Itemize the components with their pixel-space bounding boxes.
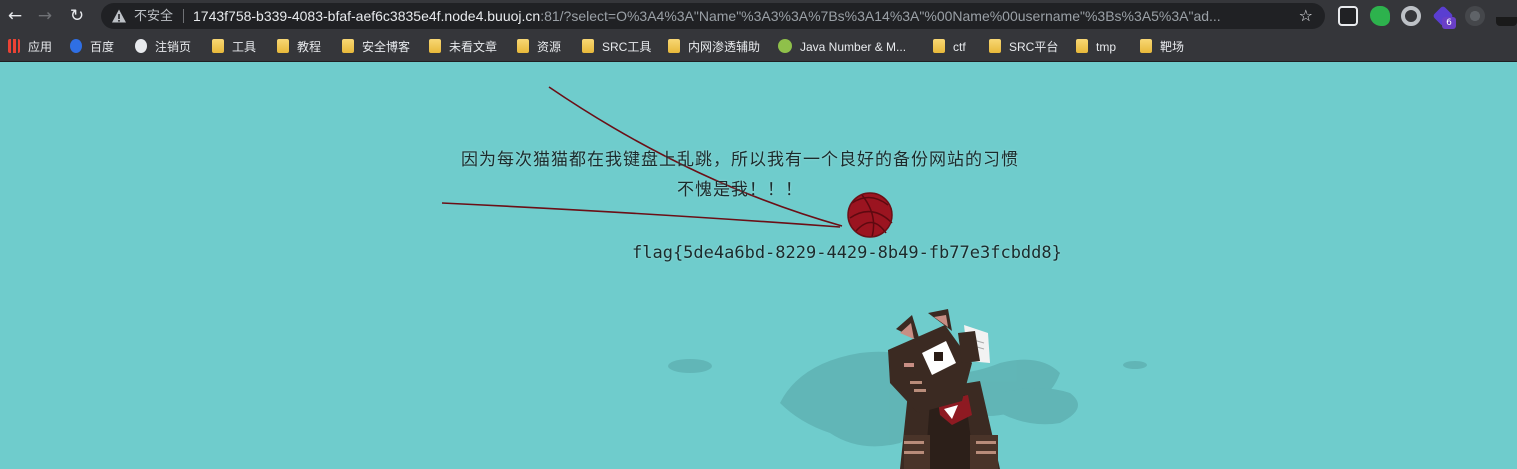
- backup-hint-message: 因为每次猫猫都在我键盘上乱跳，所以我有一个良好的备份网站的习惯 不愧是我！！！: [380, 145, 1100, 205]
- bookmark-folder-tmp[interactable]: tmp: [1076, 32, 1116, 62]
- flag-text: flag{5de4a6bd-8229-4429-8b49-fb77e3fcbdd…: [632, 243, 1062, 263]
- bookmark-label: 注销页: [155, 40, 192, 54]
- message-line-2: 不愧是我！！！: [677, 180, 803, 200]
- bookmark-label: tmp: [1096, 40, 1117, 54]
- bookmark-label: 未看文章: [449, 40, 498, 54]
- bookmark-folder-unread[interactable]: 未看文章: [429, 32, 497, 62]
- bookmark-label: 应用: [28, 40, 53, 54]
- bookmark-java-number[interactable]: Java Number & M...: [778, 32, 906, 62]
- forward-button[interactable]: →: [33, 4, 57, 28]
- baidu-icon: [70, 39, 82, 53]
- security-label[interactable]: 不安全: [134, 3, 173, 29]
- bookmark-label: 内网渗透辅助: [688, 40, 761, 54]
- bookmark-folder-ctf[interactable]: ctf: [933, 32, 966, 62]
- bookmark-label: 百度: [90, 40, 115, 54]
- address-separator: [183, 9, 184, 23]
- folder-icon: [429, 39, 441, 53]
- folder-icon: [582, 39, 594, 53]
- spy-extension-icon[interactable]: [1496, 6, 1517, 26]
- bookmark-label: 安全博客: [362, 40, 411, 54]
- bookmark-apps[interactable]: 应用: [8, 32, 52, 62]
- bookmark-folder-security-blogs[interactable]: 安全博客: [342, 32, 410, 62]
- bookmark-logout-page[interactable]: 注销页: [135, 32, 191, 62]
- java-icon: [778, 39, 792, 53]
- url-path: :81/?select=O%3A4%3A"Name"%3A3%3A%7Bs%3A…: [540, 8, 1221, 24]
- reload-button[interactable]: ↻: [65, 4, 89, 28]
- browser-toolbar: ← → ↻ 不安全 1743f758-b339-4083-bfaf-aef6c3…: [0, 0, 1517, 32]
- evernote-icon[interactable]: [1370, 6, 1390, 26]
- bookmark-label: SRC平台: [1009, 40, 1059, 54]
- folder-icon: [989, 39, 1001, 53]
- bookmark-folder-tutorials[interactable]: 教程: [277, 32, 321, 62]
- page-content: 因为每次猫猫都在我键盘上乱跳，所以我有一个良好的备份网站的习惯 不愧是我！！！ …: [0, 63, 1517, 469]
- bookmark-label: ctf: [953, 40, 966, 54]
- bookmark-baidu[interactable]: 百度: [70, 32, 114, 62]
- bookmarks-bar: 应用 百度 注销页 工具 教程 安全博客 未看文章 资源 SRC工具 内网渗透辅…: [0, 32, 1517, 62]
- apps-grid-icon: [8, 39, 20, 53]
- circle-extension-icon[interactable]: [1401, 6, 1421, 26]
- bookmark-star-icon[interactable]: ☆: [1299, 3, 1313, 29]
- back-button[interactable]: ←: [3, 4, 27, 28]
- bookmark-label: 靶场: [1160, 40, 1185, 54]
- url-host: 1743f758-b339-4083-bfaf-aef6c3835e4f.nod…: [193, 8, 541, 24]
- folder-icon: [517, 39, 529, 53]
- folder-icon: [342, 39, 354, 53]
- bookmark-folder-range[interactable]: 靶场: [1140, 32, 1184, 62]
- extension-badge: 6: [1442, 17, 1456, 29]
- bookmark-label: 教程: [297, 40, 322, 54]
- cat-scene: [441, 86, 1147, 469]
- bookmark-label: 工具: [232, 40, 257, 54]
- folder-icon: [933, 39, 945, 53]
- bookmark-folder-tools[interactable]: 工具: [212, 32, 256, 62]
- message-line-1: 因为每次猫猫都在我键盘上乱跳，所以我有一个良好的备份网站的习惯: [461, 150, 1019, 170]
- bookmark-folder-intranet[interactable]: 内网渗透辅助: [668, 32, 760, 62]
- folder-icon: [1140, 39, 1152, 53]
- folder-icon: [1076, 39, 1088, 53]
- folder-icon: [668, 39, 680, 53]
- bookmark-folder-src-tools[interactable]: SRC工具: [582, 32, 651, 62]
- address-bar[interactable]: 不安全 1743f758-b339-4083-bfaf-aef6c3835e4f…: [101, 3, 1325, 29]
- bookmark-label: Java Number & M...: [800, 40, 907, 54]
- folder-icon: [277, 39, 289, 53]
- bookmark-label: SRC工具: [602, 40, 652, 54]
- folder-icon: [212, 39, 224, 53]
- warning-icon[interactable]: [111, 8, 127, 24]
- extension-controller-icon[interactable]: [1338, 6, 1358, 26]
- bookmark-folder-resources[interactable]: 资源: [517, 32, 561, 62]
- bookmark-label: 资源: [537, 40, 562, 54]
- url-text[interactable]: 1743f758-b339-4083-bfaf-aef6c3835e4f.nod…: [193, 3, 1293, 29]
- globe-icon: [135, 39, 147, 53]
- gear-extension-icon[interactable]: [1465, 6, 1485, 26]
- bookmark-folder-src-platform[interactable]: SRC平台: [989, 32, 1058, 62]
